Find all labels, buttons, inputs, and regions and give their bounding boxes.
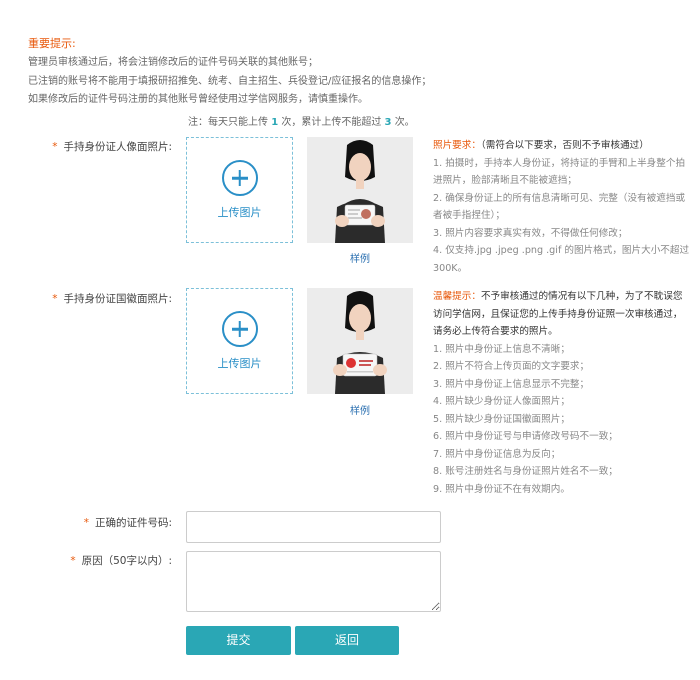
id-number-label: * 正确的证件号码:: [30, 515, 172, 530]
back-sample-link[interactable]: 样例: [307, 402, 413, 417]
back-photo-tips: 温馨提示：不予审核通过的情况有以下几种，为了不耽误您访问学信网，且保证您的上传手…: [433, 288, 691, 498]
front-photo-label-text: 手持身份证人像面照片:: [63, 141, 172, 153]
front-sample-link[interactable]: 样例: [307, 250, 413, 265]
back-photo-upload-box[interactable]: 上传图片: [186, 288, 293, 394]
required-mark: *: [83, 517, 89, 529]
front-sample-illustration: [307, 137, 413, 243]
tip-item: 9. 照片中身份证不在有效期内。: [433, 483, 570, 495]
limit-mid: 次，累计上传不能超过: [281, 117, 382, 128]
back-sample-illustration: [307, 288, 413, 394]
front-upload-text: 上传图片: [217, 206, 262, 219]
requirement-item: 4. 仅支持.jpg .jpeg .png .gif 的图片格式，图片大小不超过…: [433, 245, 690, 274]
requirement-item: 3. 照片内容要求真实有效，不得做任何修改；: [433, 227, 628, 239]
tip-item: 8. 账号注册姓名与身份证照片姓名不一致；: [433, 466, 618, 477]
requirements-head: 照片要求：: [433, 140, 481, 151]
front-photo-upload-box[interactable]: 上传图片: [186, 137, 293, 243]
notice-title: 重要提示:: [28, 37, 76, 50]
upload-limit-note: 注：每天只能上传 1 次，累计上传不能超过 3 次。: [188, 113, 415, 128]
limit-per-day: 1: [271, 117, 279, 128]
limit-suffix: 次。: [394, 117, 415, 128]
plus-circle-icon: [221, 160, 258, 196]
back-sample-image: [307, 288, 413, 394]
tip-item: 7. 照片中身份证信息为反向；: [433, 448, 561, 460]
reason-label: * 原因（50字以内）:: [30, 553, 172, 568]
reason-label-text: 原因（50字以内）:: [81, 555, 172, 567]
plus-circle-icon: [221, 311, 258, 347]
notice-line-1: 管理员审核通过后，将会注销修改后的证件号码关联的其他账号；: [28, 57, 318, 68]
tip-item: 6. 照片中身份证号与申请修改号码不一致；: [433, 431, 618, 442]
requirements-note: （需符合以下要求，否则不予审核通过）: [480, 140, 649, 151]
front-photo-requirements: 照片要求：（需符合以下要求，否则不予审核通过） 1. 拍摄时，手持本人身份证，将…: [433, 137, 691, 277]
required-mark: *: [70, 555, 76, 567]
id-number-input[interactable]: [186, 511, 441, 543]
limit-total: 3: [384, 117, 392, 128]
requirement-item: 2. 确保身份证上的所有信息清晰可见、完整（没有被遮挡或者被手指捏住）；: [433, 192, 686, 222]
front-sample-image: [307, 137, 413, 243]
tip-item: 3. 照片中身份证上信息显示不完整；: [433, 378, 590, 390]
back-button[interactable]: 返回: [295, 626, 399, 655]
tip-item: 5. 照片缺少身份证国徽面照片；: [433, 413, 570, 425]
tip-item: 1. 照片中身份证上信息不清晰；: [433, 343, 570, 355]
back-photo-label-text: 手持身份证国徽面照片:: [63, 293, 172, 305]
id-number-label-text: 正确的证件号码:: [94, 517, 172, 529]
back-photo-label: * 手持身份证国徽面照片:: [30, 291, 172, 306]
tips-head: 温馨提示：: [433, 291, 481, 302]
reason-textarea[interactable]: [186, 551, 441, 612]
submit-button[interactable]: 提交: [186, 626, 291, 655]
back-upload-text: 上传图片: [217, 357, 262, 370]
tip-item: 2. 照片不符合上传页面的文字要求；: [433, 361, 590, 372]
tip-item: 4. 照片缺少身份证人像面照片；: [433, 396, 570, 407]
limit-prefix: 注：每天只能上传: [188, 117, 268, 128]
notice-line-2: 已注销的账号将不能用于填报研招推免、统考、自主招生、兵役登记/应征报名的信息操作…: [28, 76, 432, 87]
front-photo-label: * 手持身份证人像面照片:: [30, 139, 172, 154]
required-mark: *: [52, 141, 58, 153]
required-mark: *: [52, 293, 58, 305]
notice-line-3: 如果修改后的证件号码注册的其他账号曾经使用过学信网服务，请慎重操作。: [28, 94, 368, 105]
requirement-item: 1. 拍摄时，手持本人身份证，将持证的手臂和上半身整个拍进照片，脸部清晰且不能被…: [433, 157, 686, 187]
